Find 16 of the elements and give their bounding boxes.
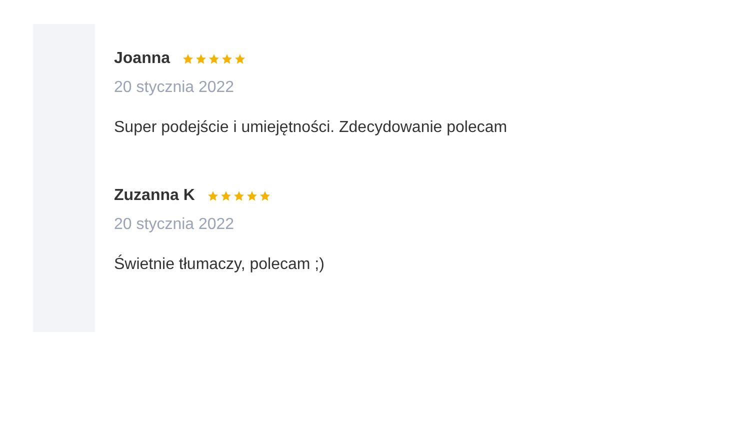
star-icon [246, 190, 258, 202]
star-icon [258, 190, 271, 202]
star-icon [195, 53, 208, 65]
reviewer-name: Joanna [114, 50, 170, 68]
review-text: Świetnie tłumaczy, polecam ;) [114, 254, 326, 275]
review-date: 20 stycznia 2022 [114, 78, 236, 98]
star-icon [206, 190, 219, 202]
star-icon [182, 53, 194, 65]
star-icon [221, 53, 234, 65]
reviewer-name: Zuzanna K [114, 187, 195, 205]
review-date: 20 stycznia 2022 [114, 215, 236, 235]
star-icon [234, 53, 246, 65]
star-icon [220, 190, 232, 202]
star-icon [208, 53, 220, 65]
review-text: Super podejście i umiejętności. Zdecydowanie polecam [114, 118, 508, 138]
star-icon [232, 190, 245, 202]
